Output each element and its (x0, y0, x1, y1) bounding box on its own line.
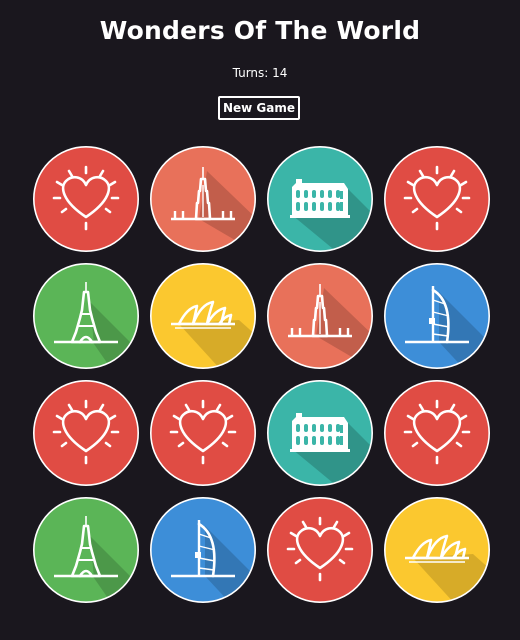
memory-card[interactable] (266, 379, 374, 487)
memory-card[interactable] (383, 145, 491, 253)
memory-card[interactable] (383, 379, 491, 487)
memory-card[interactable] (383, 496, 491, 604)
memory-card[interactable] (266, 145, 374, 253)
memory-card[interactable] (149, 262, 257, 370)
memory-card[interactable] (383, 262, 491, 370)
memory-card[interactable] (149, 379, 257, 487)
memory-card[interactable] (266, 262, 374, 370)
card-board (0, 0, 520, 640)
memory-card[interactable] (32, 145, 140, 253)
memory-card[interactable] (32, 379, 140, 487)
memory-card[interactable] (32, 262, 140, 370)
memory-card[interactable] (149, 145, 257, 253)
memory-card[interactable] (266, 496, 374, 604)
memory-card[interactable] (32, 496, 140, 604)
memory-card[interactable] (149, 496, 257, 604)
